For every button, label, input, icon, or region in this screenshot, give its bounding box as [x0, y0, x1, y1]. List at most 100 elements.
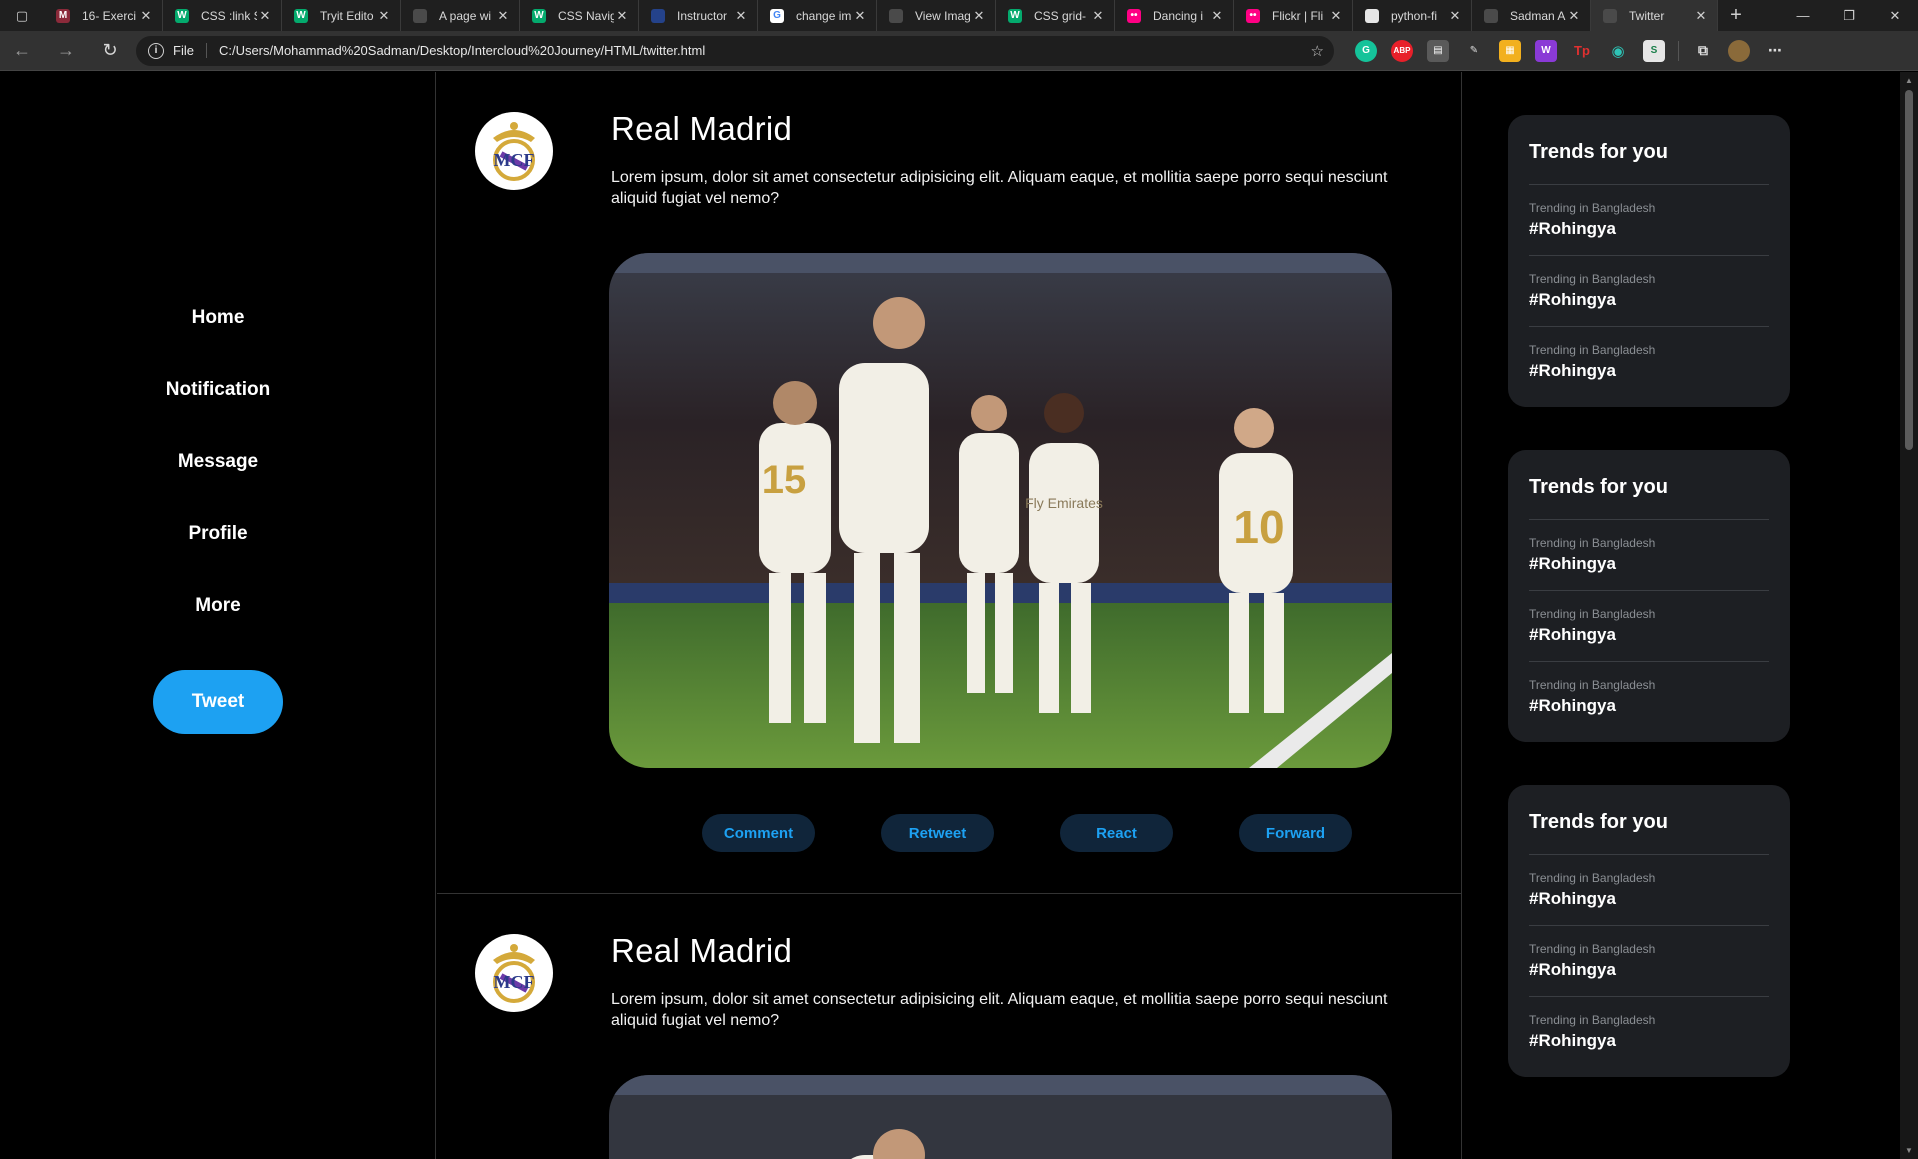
extension-icon[interactable]: ▤ [1427, 39, 1449, 62]
scroll-down-icon[interactable]: ▼ [1900, 1146, 1918, 1155]
forward-button[interactable]: Forward [1239, 814, 1352, 852]
tab-close-icon[interactable]: ✕ [257, 8, 273, 24]
back-icon[interactable]: ← [0, 31, 44, 71]
url-text[interactable]: C:/Users/Mohammad%20Sadman/Desktop/Inter… [219, 43, 1311, 58]
react-button[interactable]: React [1060, 814, 1173, 852]
tweet-button[interactable]: Tweet [153, 670, 283, 734]
trend-hashtag[interactable]: #Rohingya [1529, 889, 1769, 909]
eye-icon[interactable]: ◉ [1607, 40, 1629, 62]
sidebar-item-profile[interactable]: Profile [188, 520, 247, 592]
grammarly-icon[interactable]: G [1355, 39, 1377, 62]
scroll-up-icon[interactable]: ▲ [1900, 76, 1918, 85]
browser-tab[interactable]: Twitter ✕ [1591, 0, 1718, 31]
tab-close-icon[interactable]: ✕ [138, 8, 154, 24]
trend-location: Trending in Bangladesh [1529, 678, 1656, 692]
close-window-icon[interactable]: ✕ [1872, 0, 1918, 31]
tab-title: A page wi [439, 8, 492, 23]
tab-close-icon[interactable]: ✕ [1209, 8, 1225, 24]
tab-close-icon[interactable]: ✕ [1566, 8, 1582, 24]
tab-close-icon[interactable]: ✕ [1090, 8, 1106, 24]
trend-item[interactable]: Trending in Bangladesh #Rohingya [1529, 185, 1769, 256]
trend-location: Trending in Bangladesh [1529, 1013, 1656, 1027]
tab-close-icon[interactable]: ✕ [1693, 8, 1709, 24]
real-madrid-crest-avatar[interactable]: MCF [475, 112, 553, 190]
browser-tab[interactable]: A page wi ✕ [401, 0, 520, 31]
sidebar-item-notification[interactable]: Notification [166, 376, 271, 448]
trend-item[interactable]: Trending in Bangladesh #Rohingya [1529, 855, 1769, 926]
refresh-icon[interactable]: ↻ [88, 31, 132, 71]
trend-item[interactable]: Trending in Bangladesh #Rohingya [1529, 926, 1769, 997]
trend-hashtag[interactable]: #Rohingya [1529, 219, 1769, 239]
trends-card: Trends for you Trending in Bangladesh #Ro… [1508, 115, 1790, 407]
post-text: Lorem ipsum, dolor sit amet consectetur … [611, 169, 1388, 207]
sidebar-item-home[interactable]: Home [192, 304, 245, 376]
pen-icon[interactable]: ✎ [1463, 40, 1485, 62]
tab-close-icon[interactable]: ✕ [376, 8, 392, 24]
tab-close-icon[interactable]: ✕ [495, 8, 511, 24]
trend-item[interactable]: Trending in Bangladesh #Rohingya [1529, 591, 1769, 662]
sidebar-item-message[interactable]: Message [178, 448, 258, 520]
menu-icon[interactable]: ⋯ [1764, 40, 1786, 62]
browser-tab[interactable]: •• Dancing i ✕ [1115, 0, 1234, 31]
trend-item[interactable]: Trending in Bangladesh #Rohingya [1529, 520, 1769, 591]
profile-avatar[interactable] [1728, 39, 1750, 62]
extension-w-icon[interactable]: W [1535, 39, 1557, 62]
browser-tab[interactable]: W CSS Navig ✕ [520, 0, 639, 31]
tab-actions-icon[interactable]: ▢ [0, 0, 44, 31]
retweet-button[interactable]: Retweet [881, 814, 994, 852]
trend-hashtag[interactable]: #Rohingya [1529, 625, 1769, 645]
trend-location: Trending in Bangladesh [1529, 272, 1656, 286]
trend-hashtag[interactable]: #Rohingya [1529, 960, 1769, 980]
forward-icon[interactable]: → [44, 31, 88, 71]
trends-heading: Trends for you [1529, 811, 1769, 855]
trend-hashtag[interactable]: #Rohingya [1529, 1031, 1769, 1051]
trend-item[interactable]: Trending in Bangladesh #Rohingya [1529, 997, 1769, 1059]
comment-button[interactable]: Comment [702, 814, 815, 852]
real-madrid-crest-avatar[interactable]: MCF [475, 934, 553, 1012]
sidebar-item-more[interactable]: More [195, 592, 240, 664]
browser-tab[interactable]: W CSS :link S ✕ [163, 0, 282, 31]
tab-title: python-fi [1391, 8, 1438, 23]
tab-close-icon[interactable]: ✕ [614, 8, 630, 24]
trend-hashtag[interactable]: #Rohingya [1529, 290, 1769, 310]
color-picker-icon[interactable]: ▦ [1499, 39, 1521, 62]
new-tab-button[interactable]: + [1718, 0, 1754, 31]
trend-item[interactable]: Trending in Bangladesh #Rohingya [1529, 256, 1769, 327]
favorite-star-icon[interactable]: ☆ [1311, 42, 1324, 60]
browser-tab[interactable]: M 16- Exerci ✕ [44, 0, 163, 31]
tab-close-icon[interactable]: ✕ [1328, 8, 1344, 24]
browser-tab[interactable]: python-fi ✕ [1353, 0, 1472, 31]
vertical-scrollbar[interactable]: ▲ ▼ [1900, 72, 1918, 1159]
post-photo[interactable]: 10 15 Fly Emirates [609, 253, 1392, 768]
address-bar[interactable]: i File C:/Users/Mohammad%20Sadman/Deskto… [136, 35, 1334, 66]
minimize-icon[interactable]: — [1780, 0, 1826, 31]
browser-tab[interactable]: Gchange im ✕ [758, 0, 877, 31]
browser-tab[interactable]: Sadman A ✕ [1472, 0, 1591, 31]
browser-tab[interactable]: View Imag ✕ [877, 0, 996, 31]
extension-tp-icon[interactable]: Tp [1571, 40, 1593, 62]
tab-close-icon[interactable]: ✕ [1447, 8, 1463, 24]
browser-tab[interactable]: •• Flickr | Fli ✕ [1234, 0, 1353, 31]
browser-tab[interactable]: Instructor ✕ [639, 0, 758, 31]
collections-icon[interactable]: ⧉ [1692, 40, 1714, 62]
trend-item[interactable]: Trending in Bangladesh #Rohingya [1529, 327, 1769, 389]
tab-close-icon[interactable]: ✕ [733, 8, 749, 24]
tab-close-icon[interactable]: ✕ [971, 8, 987, 24]
post-actions: Comment Retweet React Forward [702, 814, 1418, 852]
post-text: Lorem ipsum, dolor sit amet consectetur … [611, 991, 1388, 1029]
browser-tab[interactable]: W Tryit Edito ✕ [282, 0, 401, 31]
extension-s-icon[interactable]: S [1643, 39, 1665, 62]
extensions-toolbar: G ABP ▤ ✎ ▦ W Tp ◉ S ⧉ ⋯ [1348, 39, 1793, 62]
trend-hashtag[interactable]: #Rohingya [1529, 696, 1769, 716]
scrollbar-thumb[interactable] [1905, 90, 1913, 450]
trends-card: Trends for you Trending in Bangladesh #Ro… [1508, 785, 1790, 1077]
tab-close-icon[interactable]: ✕ [852, 8, 868, 24]
trend-hashtag[interactable]: #Rohingya [1529, 361, 1769, 381]
browser-tab[interactable]: W CSS grid- ✕ [996, 0, 1115, 31]
info-icon[interactable]: i [148, 42, 164, 59]
trend-item[interactable]: Trending in Bangladesh #Rohingya [1529, 662, 1769, 724]
adblock-icon[interactable]: ABP [1391, 39, 1413, 62]
trend-hashtag[interactable]: #Rohingya [1529, 554, 1769, 574]
restore-icon[interactable]: ❐ [1826, 0, 1872, 31]
post-photo[interactable] [609, 1075, 1392, 1159]
